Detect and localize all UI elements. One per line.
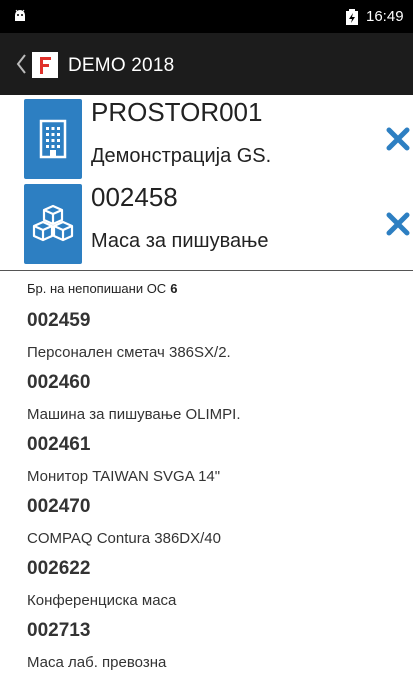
- unlisted-count-label: Бр. на непопишани ОС: [27, 281, 167, 296]
- building-icon: [39, 119, 67, 159]
- item-code: 002470: [27, 496, 91, 517]
- remove-asset-icon[interactable]: [384, 210, 412, 238]
- item-code: 002622: [27, 558, 91, 579]
- back-arrow-icon[interactable]: [14, 51, 28, 77]
- list-item[interactable]: 002713 Маса лаб. превозна: [0, 610, 413, 672]
- header-divider: [0, 270, 413, 271]
- item-code: 002460: [27, 372, 91, 393]
- item-description: Монитор TAIWAN SVGA 14": [27, 468, 221, 485]
- app-bar: DEMO 2018: [0, 33, 413, 95]
- item-code: 002461: [27, 434, 91, 455]
- status-bar: 16:49: [0, 0, 413, 33]
- list-item[interactable]: 002459 Персонален сметач 386SX/2.: [0, 300, 413, 362]
- list-item[interactable]: 002460 Машина за пишување OLIMPI.: [0, 362, 413, 424]
- list-item[interactable]: 002461 Монитор TAIWAN SVGA 14": [0, 424, 413, 486]
- location-card[interactable]: PROSTOR001 Демонстрација GS.: [0, 95, 413, 182]
- app-title: DEMO 2018: [68, 55, 175, 76]
- unlisted-count-value: 6: [170, 281, 178, 296]
- item-description: COMPAQ Contura 386DX/40: [27, 530, 221, 547]
- item-description: Маса лаб. превозна: [27, 654, 167, 671]
- list-item[interactable]: 002622 Конференциска маса: [0, 548, 413, 610]
- item-description: Машина за пишување OLIMPI.: [27, 406, 241, 423]
- asset-list: 002459 Персонален сметач 386SX/2. 002460…: [0, 300, 413, 672]
- boxes-icon: [32, 204, 74, 242]
- battery-charging-icon: [346, 9, 358, 25]
- unlisted-count: Бр. на непопишани ОС 6: [27, 281, 177, 296]
- list-item[interactable]: 002470 COMPAQ Contura 386DX/40: [0, 486, 413, 548]
- app-logo: [32, 52, 58, 78]
- status-time: 16:49: [366, 8, 404, 25]
- asset-card[interactable]: 002458 Маса за пишување: [0, 180, 413, 267]
- item-code: 002459: [27, 310, 91, 331]
- remove-location-icon[interactable]: [384, 125, 412, 153]
- location-name: Демонстрација GS.: [91, 145, 272, 167]
- asset-code: 002458: [91, 182, 178, 212]
- asset-tile: [24, 184, 82, 264]
- location-code: PROSTOR001: [91, 97, 263, 127]
- item-description: Персонален сметач 386SX/2.: [27, 344, 231, 361]
- asset-name: Маса за пишување: [91, 230, 269, 252]
- android-icon: [15, 9, 25, 21]
- location-tile: [24, 99, 82, 179]
- item-description: Конференциска маса: [27, 592, 177, 609]
- item-code: 002713: [27, 620, 91, 641]
